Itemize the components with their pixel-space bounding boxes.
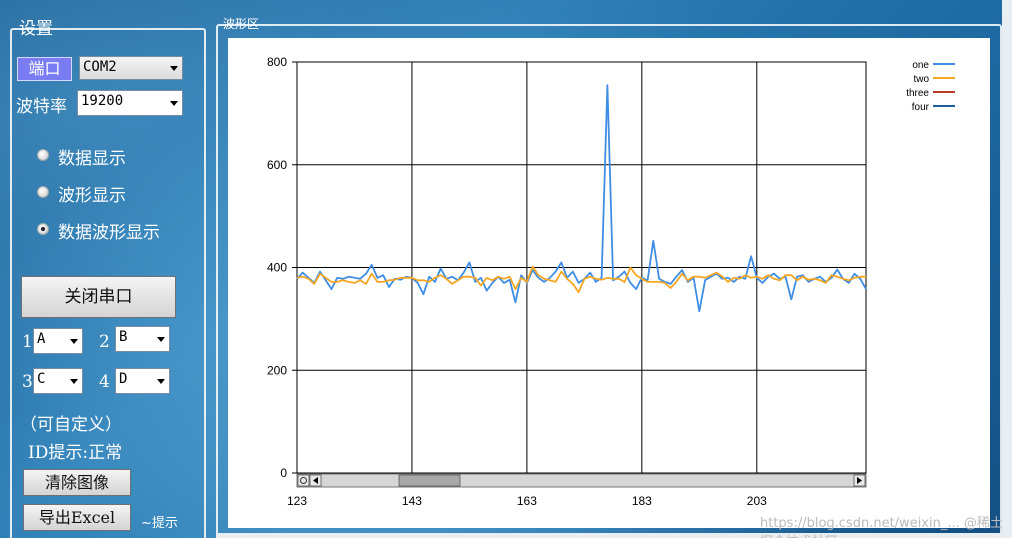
hint-label: ~提示 bbox=[141, 516, 178, 531]
chevron-down-icon bbox=[170, 101, 178, 106]
legend-label: two bbox=[913, 74, 929, 85]
wave-title: 波形区 bbox=[223, 17, 260, 31]
radio-label: 数据波形显示 bbox=[58, 223, 160, 243]
legend-label: three bbox=[906, 88, 929, 99]
radio-label: 数据显示 bbox=[58, 149, 126, 169]
y-tick-label: 0 bbox=[280, 466, 287, 480]
x-tick-label: 143 bbox=[402, 494, 422, 508]
y-tick-label: 200 bbox=[267, 363, 287, 377]
y-tick-label: 600 bbox=[267, 158, 287, 172]
watermark: https://blog.csdn.net/weixin_... @稀土掘金技术… bbox=[760, 516, 1003, 538]
channel-1-select[interactable]: A bbox=[33, 328, 83, 354]
channel-3-number: 3 bbox=[22, 372, 33, 392]
baud-select[interactable]: 19200 bbox=[77, 90, 183, 116]
radio-button[interactable] bbox=[37, 223, 49, 235]
export-excel-button[interactable]: 导出Excel bbox=[23, 504, 131, 531]
legend-label: one bbox=[912, 60, 929, 71]
channel-1-number: 1 bbox=[22, 332, 33, 352]
radio-button[interactable] bbox=[37, 186, 49, 198]
channel-4-value: D bbox=[119, 371, 128, 387]
series-line-two bbox=[296, 265, 866, 294]
baud-select-value: 19200 bbox=[81, 93, 124, 109]
channel-2-value: B bbox=[119, 329, 128, 345]
y-tick-label: 400 bbox=[267, 261, 287, 275]
scrollbar-thumb[interactable] bbox=[398, 474, 461, 487]
radio-button[interactable] bbox=[37, 149, 49, 161]
channel-4-select[interactable]: D bbox=[115, 368, 170, 394]
channel-3-value: C bbox=[37, 371, 46, 387]
id-status: ID提示:正常 bbox=[28, 443, 123, 463]
y-tick-label: 800 bbox=[267, 55, 287, 69]
chevron-down-icon bbox=[170, 66, 178, 71]
clear-image-button[interactable]: 清除图像 bbox=[23, 469, 131, 496]
custom-note: （可自定义） bbox=[20, 415, 122, 435]
right-strip bbox=[1002, 0, 1012, 538]
x-tick-label: 163 bbox=[517, 494, 537, 508]
settings-title: 设置 bbox=[19, 19, 53, 39]
chevron-down-icon bbox=[157, 379, 165, 384]
chevron-down-icon bbox=[70, 339, 78, 344]
baud-label: 波特率 bbox=[16, 97, 67, 117]
port-select[interactable]: COM2 bbox=[79, 56, 183, 80]
chevron-down-icon bbox=[70, 379, 78, 384]
radio-label: 波形显示 bbox=[58, 186, 126, 206]
channel-1-value: A bbox=[37, 331, 46, 347]
chart-panel: 0 200 400 600 800 123 143 163 183 203 one two three f… bbox=[228, 38, 990, 528]
x-tick-label: 123 bbox=[287, 494, 307, 508]
scrollbar-zoom-reset-button[interactable] bbox=[297, 474, 310, 487]
channel-4-number: 4 bbox=[99, 372, 110, 392]
x-tick-label: 203 bbox=[747, 494, 767, 508]
x-tick-label: 183 bbox=[632, 494, 652, 508]
channel-2-select[interactable]: B bbox=[115, 326, 170, 352]
chevron-down-icon bbox=[157, 337, 165, 342]
channel-2-number: 2 bbox=[99, 332, 110, 352]
port-label-button[interactable]: 端口 bbox=[17, 57, 72, 81]
port-select-value: COM2 bbox=[83, 59, 117, 75]
channel-3-select[interactable]: C bbox=[33, 368, 83, 394]
close-port-button[interactable]: 关闭串口 bbox=[21, 276, 176, 318]
scrollbar-track bbox=[296, 473, 867, 488]
legend-label: four bbox=[912, 102, 930, 113]
series-line-one bbox=[296, 84, 867, 313]
waveform-chart[interactable]: 0 200 400 600 800 123 143 163 183 203 one two three f… bbox=[228, 38, 990, 528]
